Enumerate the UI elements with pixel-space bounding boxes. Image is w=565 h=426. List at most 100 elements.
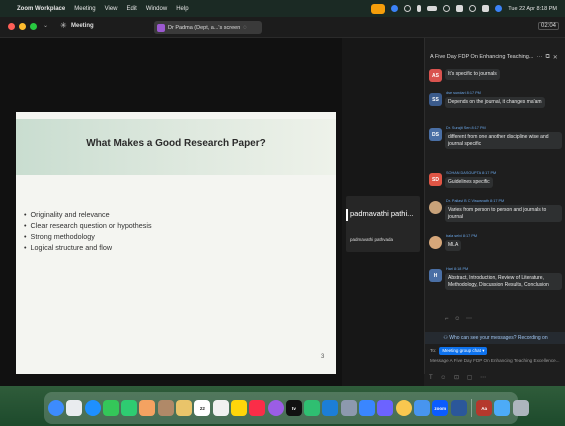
sync-status-icon[interactable] xyxy=(404,5,412,12)
people-icon: ⚇ xyxy=(443,335,448,341)
reply-icon[interactable]: ⌐ xyxy=(445,316,451,322)
podcasts-app[interactable] xyxy=(267,400,284,416)
chat-visibility-notice[interactable]: ⚇ Who can see your messages? Recording o… xyxy=(425,332,565,344)
numbers-app[interactable] xyxy=(304,400,321,416)
contacts-app[interactable] xyxy=(157,400,174,416)
visibility-notice-text: Who can see your messages? Recording on xyxy=(449,335,548,341)
user-switch-icon[interactable] xyxy=(482,5,490,12)
tv-app-label: tv xyxy=(291,405,296,411)
photos-app[interactable] xyxy=(139,400,156,416)
facetime-app[interactable] xyxy=(121,400,138,416)
meeting-title: Meeting xyxy=(71,23,94,29)
close-window-button[interactable] xyxy=(8,23,15,30)
notes-app[interactable] xyxy=(230,400,247,416)
message-text: It's specific to journals xyxy=(445,69,500,80)
safari-app[interactable] xyxy=(84,400,101,416)
more-chat-options-icon[interactable]: ⋯ xyxy=(480,375,489,381)
reminders-app[interactable] xyxy=(212,400,229,416)
fullscreen-window-button[interactable] xyxy=(30,23,37,30)
sender-name-time: bala selvi 8:17 PM xyxy=(446,234,478,238)
siri-icon[interactable] xyxy=(495,5,503,12)
trash-can[interactable] xyxy=(512,400,529,416)
sender-avatar[interactable]: DS xyxy=(429,128,442,141)
recipient-row: To: Meeting group chat ▾ xyxy=(430,347,488,355)
system-settings-app[interactable] xyxy=(340,400,357,416)
sender-avatar[interactable]: SS xyxy=(429,93,442,106)
screen-share-status-icon[interactable] xyxy=(371,3,386,14)
launchpad-app[interactable] xyxy=(66,400,83,416)
participant-strip: padmavathi pathi... padmavathi pathvada xyxy=(342,38,424,386)
minimize-window-button[interactable] xyxy=(19,23,26,30)
finder-window-app[interactable] xyxy=(413,400,430,416)
menu-window[interactable]: Window xyxy=(146,6,167,12)
downloads-stack[interactable] xyxy=(494,400,511,416)
slide-bullet: Strong methodology xyxy=(24,231,152,242)
participant-display-name: padmavathi pathi... xyxy=(350,209,414,218)
sender-avatar[interactable] xyxy=(429,236,442,249)
close-icon[interactable]: ✕ xyxy=(553,54,558,61)
dictionary-app[interactable]: Aa xyxy=(476,400,493,416)
menu-bar-clock[interactable]: Tue 22 Apr 8:18 PM xyxy=(508,6,557,12)
sender-avatar[interactable]: SD xyxy=(429,173,442,186)
wifi-icon[interactable] xyxy=(443,5,451,12)
messages-app[interactable] xyxy=(102,400,119,416)
tv-app[interactable]: tv xyxy=(285,400,302,416)
dock-separator xyxy=(470,399,472,417)
participant-username: padmavathi pathvada xyxy=(350,237,394,242)
more-options-icon[interactable]: ··· xyxy=(536,54,542,60)
view-options-icon[interactable]: ◌ xyxy=(243,25,247,31)
bbedit-app[interactable] xyxy=(377,400,394,416)
slide-bullet: Originality and relevance xyxy=(24,209,152,220)
menu-view[interactable]: View xyxy=(105,6,118,12)
preview-app[interactable] xyxy=(176,400,193,416)
screen-share-label: Dr Padma (Dept, a...'s screen xyxy=(168,24,241,31)
menu-meeting[interactable]: Meeting xyxy=(74,6,95,12)
message-text: Abstract, Introduction, Review of Litera… xyxy=(445,273,562,290)
recipient-label: To: xyxy=(430,348,437,354)
chevron-down-icon[interactable]: ⌄ xyxy=(43,22,48,29)
meeting-chat-panel: A Five Day FDP On Enhancing Teaching... … xyxy=(424,38,565,386)
sender-avatar[interactable]: H xyxy=(429,269,442,282)
sharer-avatar-icon xyxy=(157,23,165,32)
sender-name-time: dse sundari 8:17 PM xyxy=(446,91,481,95)
recipient-value: Meeting group chat xyxy=(442,348,481,353)
more-actions-icon[interactable]: ⋯ xyxy=(466,316,474,322)
battery-icon[interactable] xyxy=(427,6,438,11)
spotlight-search-icon[interactable] xyxy=(469,5,477,12)
screen-share-indicator[interactable]: Dr Padma (Dept, a...'s screen ◌ xyxy=(154,21,262,34)
calendar-app[interactable]: 22 xyxy=(194,400,211,416)
chat-message-input[interactable]: Message A Five Day FDP On Enhancing Teac… xyxy=(430,358,560,363)
macos-dock: 22 tv zoom Aa xyxy=(44,392,529,424)
emoji-icon[interactable]: ☺ xyxy=(440,375,449,381)
control-center-icon[interactable] xyxy=(456,5,464,12)
format-text-icon[interactable]: T xyxy=(429,375,436,381)
word-app[interactable] xyxy=(450,400,467,416)
zoom-title-bar: ⌄ ✳ Meeting Dr Padma (Dept, a...'s scree… xyxy=(0,17,565,38)
sender-name-time: Dr. Pallavi B C Viswanath 8:17 PM xyxy=(446,199,505,203)
participant-video-tile[interactable]: padmavathi pathi... padmavathi pathvada xyxy=(346,196,420,252)
finder-app[interactable] xyxy=(48,400,64,416)
speaking-indicator xyxy=(346,209,348,221)
meeting-info-icon[interactable]: ✳ xyxy=(60,21,67,30)
shared-screen-area: What Makes a Good Research Paper? Origin… xyxy=(0,38,342,386)
zoom-app[interactable]: zoom xyxy=(432,400,449,416)
chrome-app[interactable] xyxy=(395,400,412,416)
emoji-reaction-icon[interactable]: ☺ xyxy=(454,316,462,322)
sender-avatar[interactable] xyxy=(429,201,442,214)
screenshot-icon[interactable]: ⊡ xyxy=(454,375,462,381)
recipient-selector[interactable]: Meeting group chat ▾ xyxy=(439,347,488,355)
window-controls xyxy=(8,23,37,30)
keynote-app[interactable] xyxy=(359,400,376,416)
sender-avatar[interactable]: AS xyxy=(429,69,442,82)
app-store-app[interactable] xyxy=(322,400,339,416)
bluetooth-icon[interactable] xyxy=(417,5,422,12)
zoom-status-icon[interactable] xyxy=(391,5,399,12)
menu-help[interactable]: Help xyxy=(176,6,188,12)
app-menu-zoom[interactable]: Zoom Workplace xyxy=(17,6,65,12)
pop-out-icon[interactable]: ⧉ xyxy=(545,54,549,61)
message-text: MLA xyxy=(445,240,462,251)
presentation-slide: What Makes a Good Research Paper? Origin… xyxy=(16,112,336,374)
music-app[interactable] xyxy=(249,400,266,416)
file-attach-icon[interactable]: ▢ xyxy=(467,375,476,381)
menu-edit[interactable]: Edit xyxy=(127,6,137,12)
